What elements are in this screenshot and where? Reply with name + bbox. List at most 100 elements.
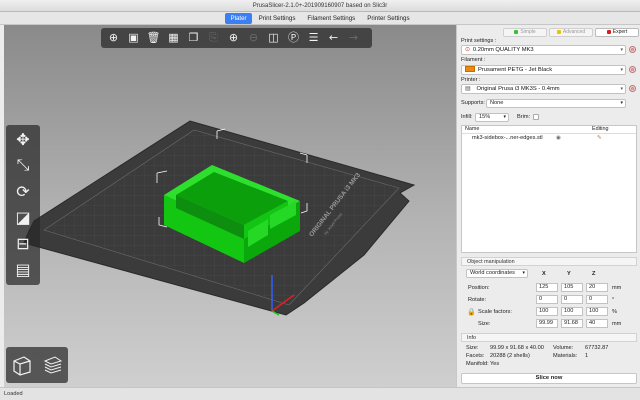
info-size-value: 99.99 x 91.68 x 40.00 xyxy=(490,345,544,351)
status-bar: Loaded xyxy=(0,387,640,400)
tab-plater[interactable]: Plater xyxy=(225,13,252,24)
info-volume-label: Volume: xyxy=(553,345,574,351)
axis-z-label: Z xyxy=(592,271,596,277)
size-x-input[interactable]: 99.99 xyxy=(536,319,558,328)
eye-icon[interactable]: ◉ xyxy=(556,134,561,142)
gear-icon[interactable]: ⚙ xyxy=(629,85,636,92)
tab-printer-settings[interactable]: Printer Settings xyxy=(362,13,414,24)
chevron-down-icon: ▾ xyxy=(503,114,506,120)
gear-icon[interactable]: ⚙ xyxy=(629,66,636,73)
position-x-input[interactable]: 125 xyxy=(536,283,558,292)
size-z-input[interactable]: 40 xyxy=(586,319,608,328)
main-tabs: Plater Print Settings Filament Settings … xyxy=(0,12,640,25)
name-column-header[interactable]: Name xyxy=(465,126,479,133)
size-unit: mm xyxy=(612,321,622,327)
add-icon[interactable]: ⊕ xyxy=(104,30,123,46)
split-parts-icon[interactable]: Ⓟ xyxy=(284,30,303,46)
chevron-down-icon: ▾ xyxy=(620,47,623,53)
axis-y-label: Y xyxy=(567,271,571,277)
redo-icon[interactable]: → xyxy=(344,30,363,46)
left-toolbar: ✥ ⤡ ⟳ ◪ ⊟ ▤ xyxy=(6,125,40,285)
position-label: Position: xyxy=(468,285,490,291)
info-facets-value: 20288 (2 shells) xyxy=(490,353,530,359)
rotate-icon[interactable]: ⟳ xyxy=(9,180,37,202)
preview-layers-icon[interactable] xyxy=(41,353,65,377)
add-instance-icon[interactable]: ⊕ xyxy=(224,30,243,46)
printer-icon: ▤ xyxy=(465,86,471,92)
chevron-down-icon: ▾ xyxy=(620,86,623,92)
axis-x-label: X xyxy=(542,271,546,277)
object-name: mk3-sidebox-...ner-edges.stl xyxy=(472,135,543,141)
info-facets-label: Facets: xyxy=(466,353,485,359)
support-points-icon[interactable]: ▤ xyxy=(9,258,37,280)
position-y-input[interactable]: 105 xyxy=(561,283,583,292)
tab-print-settings[interactable]: Print Settings xyxy=(254,13,301,24)
rotate-x-input[interactable]: 0 xyxy=(536,295,558,304)
edit-icon[interactable]: ✎ xyxy=(597,134,602,142)
mode-advanced[interactable]: Advanced xyxy=(549,28,593,37)
mode-expert[interactable]: Expert xyxy=(595,28,639,37)
slice-now-button[interactable]: Slice now xyxy=(461,373,637,384)
settings-sidebar: Simple Advanced Expert Print settings : … xyxy=(456,25,640,387)
supports-label: Supports: xyxy=(461,100,485,106)
chevron-down-icon: ▾ xyxy=(522,270,525,276)
editing-column-header[interactable]: Editing xyxy=(592,126,608,133)
info-volume-value: 67732.87 xyxy=(585,345,609,351)
rotate-unit: ° xyxy=(612,297,615,303)
delete-icon[interactable]: ▣ xyxy=(124,30,143,46)
undo-icon[interactable]: ← xyxy=(324,30,343,46)
info-materials-value: 1 xyxy=(585,353,589,359)
remove-instance-icon[interactable]: ⊖ xyxy=(244,30,263,46)
object-list-header: Name Editing xyxy=(462,126,636,134)
delete-all-icon[interactable]: 🗑 xyxy=(144,30,163,46)
info-manifold-label: Manifold: xyxy=(466,361,489,367)
3d-view-icon[interactable] xyxy=(10,353,34,377)
scale-label: Scale factors: xyxy=(478,309,512,315)
lock-icon[interactable]: 🔒 xyxy=(467,308,476,316)
position-z-input[interactable]: 20 xyxy=(586,283,608,292)
mode-simple[interactable]: Simple xyxy=(503,28,547,37)
info-manifold-value: Yes xyxy=(490,361,500,367)
print-settings-combo[interactable]: ⊙ 0.20mm QUALITY MK3 ▾ xyxy=(461,45,626,55)
split-objects-icon[interactable]: ◫ xyxy=(264,30,283,46)
scale-icon[interactable]: ⤡ xyxy=(9,154,37,176)
scale-y-input[interactable]: 100 xyxy=(561,307,583,316)
copy-icon[interactable]: ❐ xyxy=(184,30,203,46)
print-settings-label: Print settings : xyxy=(461,38,497,44)
cut-icon[interactable]: ⊟ xyxy=(9,232,37,254)
infill-combo[interactable]: 15% ▾ xyxy=(475,113,509,122)
place-on-face-icon[interactable]: ◪ xyxy=(9,206,37,228)
arrange-icon[interactable]: ▦ xyxy=(164,30,183,46)
scale-z-input[interactable]: 100 xyxy=(586,307,608,316)
object-row[interactable]: mk3-sidebox-...ner-edges.stl ◉ ✎ xyxy=(462,134,636,142)
window-title: PrusaSlicer-2.1.0+-201909160907 based on… xyxy=(0,0,640,12)
chevron-down-icon: ▾ xyxy=(620,67,623,73)
size-y-input[interactable]: 91.68 xyxy=(561,319,583,328)
filament-label: Filament : xyxy=(461,57,486,63)
3d-viewport[interactable]: ORIGINAL PRUSA i3 MK3 by Josef Prusa ⊕ ▣… xyxy=(4,25,456,387)
rotate-z-input[interactable]: 0 xyxy=(586,295,608,304)
move-icon[interactable]: ✥ xyxy=(9,128,37,150)
layers-editing-icon[interactable]: ☰ xyxy=(304,30,323,46)
object-manipulation-header: Object manipulation xyxy=(461,257,637,266)
infill-label: Infill: xyxy=(461,114,473,120)
printer-combo[interactable]: ▤ Original Prusa i3 MK3S - 0.4mm ▾ xyxy=(461,84,626,94)
supports-combo[interactable]: None ▾ xyxy=(486,99,626,108)
scale-x-input[interactable]: 100 xyxy=(536,307,558,316)
tab-filament-settings[interactable]: Filament Settings xyxy=(302,13,360,24)
brim-label: Brim: xyxy=(517,114,531,120)
filament-combo[interactable]: Prusament PETG - Jet Black ▾ xyxy=(461,65,626,75)
chevron-down-icon: ▾ xyxy=(620,100,623,106)
printer-label: Printer : xyxy=(461,77,481,83)
info-header: Info xyxy=(461,333,637,342)
scale-unit: % xyxy=(612,309,617,315)
position-unit: mm xyxy=(612,285,622,291)
coordinates-combo[interactable]: World coordinates ▾ xyxy=(466,269,528,278)
size-label: Size: xyxy=(478,321,491,327)
red-flag-icon: ⊙ xyxy=(465,47,470,53)
paste-icon[interactable]: ⎘ xyxy=(204,30,223,46)
gear-icon[interactable]: ⚙ xyxy=(629,46,636,53)
rotate-y-input[interactable]: 0 xyxy=(561,295,583,304)
brim-checkbox[interactable] xyxy=(533,114,539,120)
filament-color-swatch[interactable] xyxy=(465,66,475,73)
